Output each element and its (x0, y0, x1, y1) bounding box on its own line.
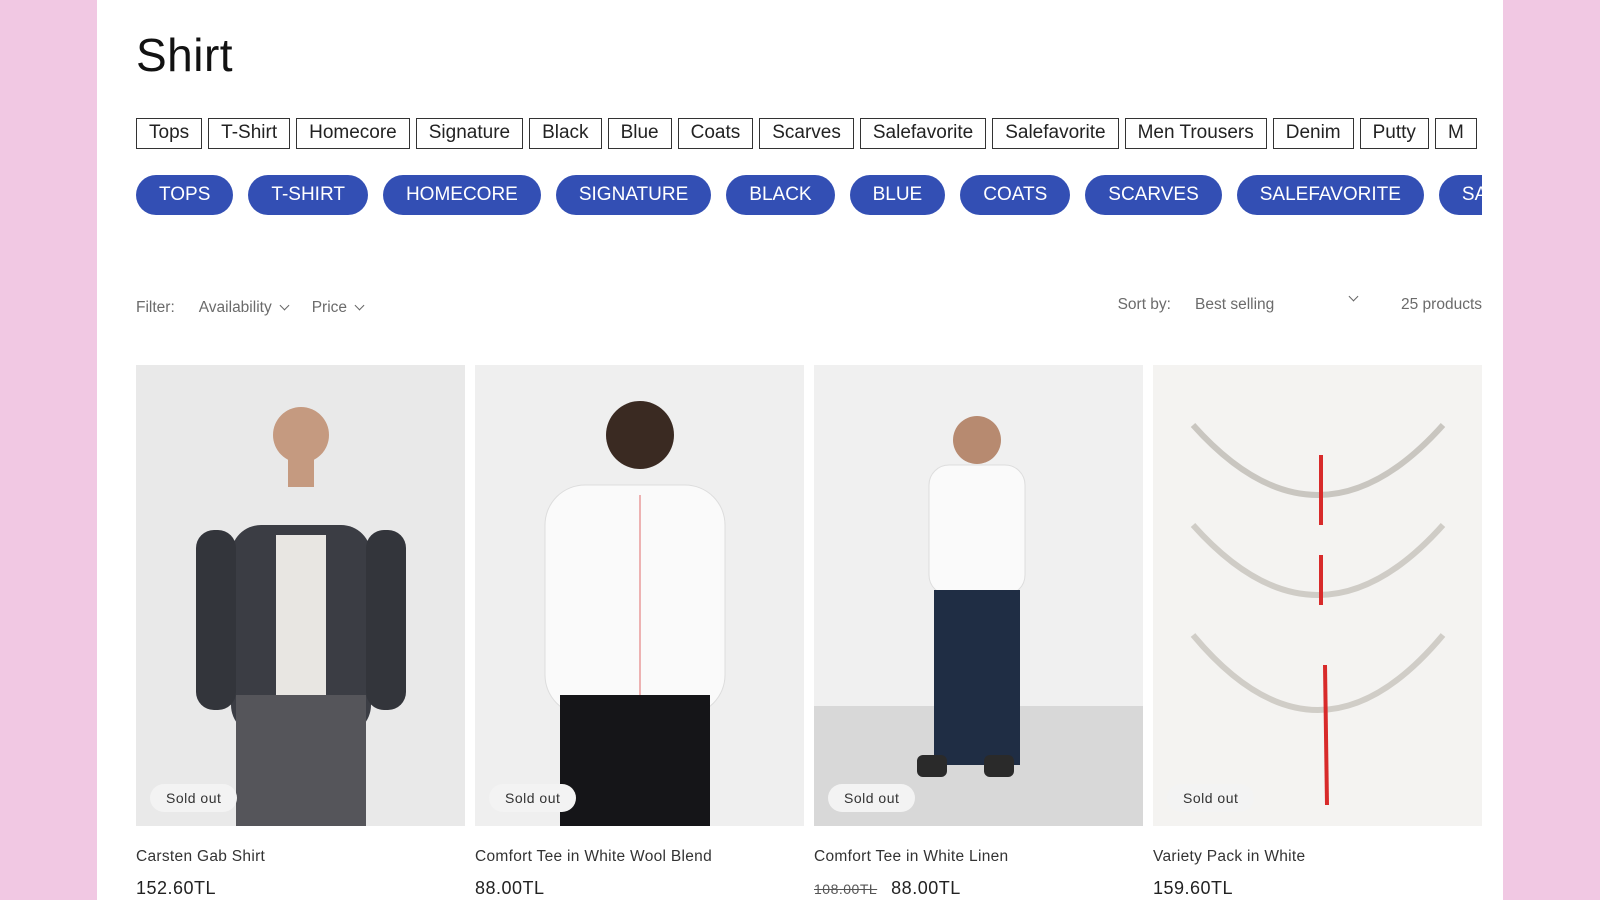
tag-link[interactable]: Blue (607, 118, 672, 149)
sort-select[interactable]: Best selling (1195, 291, 1359, 314)
product-name[interactable]: Carsten Gab Shirt (136, 848, 465, 866)
product-price: 108.00TL 88.00TL (814, 878, 1143, 899)
product-image[interactable]: Sold out (136, 365, 465, 826)
page-title: Shirt (136, 29, 234, 81)
product-card[interactable]: Sold out Carsten Gab Shirt 152.60TL (136, 365, 465, 899)
tag-link[interactable]: Coats (677, 118, 754, 149)
product-grid: Sold out Carsten Gab Shirt 152.60TL Sold… (136, 365, 1482, 899)
tag-list: Tops T-Shirt Homecore Signature Black Bl… (136, 118, 1482, 150)
price-filter[interactable]: Price (312, 299, 365, 317)
chevron-down-icon (1348, 291, 1359, 302)
pill-button[interactable]: SIGNATURE (555, 175, 712, 215)
original-price: 108.00TL (814, 881, 878, 897)
sale-price: 88.00TL (891, 878, 961, 898)
pill-button[interactable]: SALEFAVORITE (1236, 175, 1424, 215)
product-card[interactable]: Sold out Comfort Tee in White Wool Blend… (475, 365, 804, 899)
pill-button[interactable]: COATS (960, 175, 1071, 215)
tag-link[interactable]: M (1434, 118, 1477, 149)
pill-button[interactable]: HOMECORE (382, 175, 541, 215)
sort-label: Sort by: (1117, 296, 1171, 313)
filter-label: Filter: (136, 299, 175, 316)
product-price: 159.60TL (1153, 878, 1234, 898)
product-price: 88.00TL (475, 878, 545, 898)
product-name[interactable]: Variety Pack in White (1153, 848, 1482, 866)
product-count: 25 products (1401, 296, 1482, 313)
tag-link[interactable]: Homecore (296, 118, 410, 149)
tag-link[interactable]: Salefavorite (859, 118, 987, 149)
sold-out-badge: Sold out (489, 784, 577, 812)
product-name[interactable]: Comfort Tee in White Linen (814, 848, 1143, 866)
tag-link[interactable]: Men Trousers (1124, 118, 1267, 149)
tag-link[interactable]: Tops (136, 118, 203, 149)
sold-out-badge: Sold out (1167, 784, 1255, 812)
product-image[interactable]: Sold out (475, 365, 804, 826)
tag-link[interactable]: Salefavorite (992, 118, 1119, 149)
pill-button[interactable]: BLACK (726, 175, 835, 215)
tag-link[interactable]: Putty (1359, 118, 1429, 149)
product-name[interactable]: Comfort Tee in White Wool Blend (475, 848, 804, 866)
chevron-down-icon (279, 300, 290, 311)
pill-button[interactable]: BLUE (849, 175, 946, 215)
sold-out-badge: Sold out (828, 784, 916, 812)
tag-link[interactable]: Scarves (759, 118, 854, 149)
product-card[interactable]: Sold out Variety Pack in White 159.60TL (1153, 365, 1482, 899)
product-image[interactable]: Sold out (1153, 365, 1482, 826)
filter-bar: Filter: Availability Price Sort by: Best… (136, 291, 1482, 320)
product-image[interactable]: Sold out (814, 365, 1143, 826)
sold-out-badge: Sold out (150, 784, 238, 812)
chevron-down-icon (354, 300, 365, 311)
product-price: 152.60TL (136, 878, 217, 898)
tag-link[interactable]: Signature (415, 118, 524, 149)
tag-link[interactable]: Black (529, 118, 602, 149)
pill-button[interactable]: SALEFAVORITE (1438, 175, 1482, 215)
pill-button[interactable]: SCARVES (1085, 175, 1222, 215)
tag-link[interactable]: T-Shirt (208, 118, 291, 149)
collection-page: Shirt Tops T-Shirt Homecore Signature Bl… (97, 0, 1503, 900)
availability-filter[interactable]: Availability (199, 299, 290, 317)
pill-button[interactable]: TOPS (136, 175, 234, 215)
product-card[interactable]: Sold out Comfort Tee in White Linen 108.… (814, 365, 1143, 899)
tag-link[interactable]: Denim (1272, 118, 1354, 149)
pill-button[interactable]: T-SHIRT (248, 175, 368, 215)
pill-list: TOPS T-SHIRT HOMECORE SIGNATURE BLACK BL… (136, 175, 1482, 215)
